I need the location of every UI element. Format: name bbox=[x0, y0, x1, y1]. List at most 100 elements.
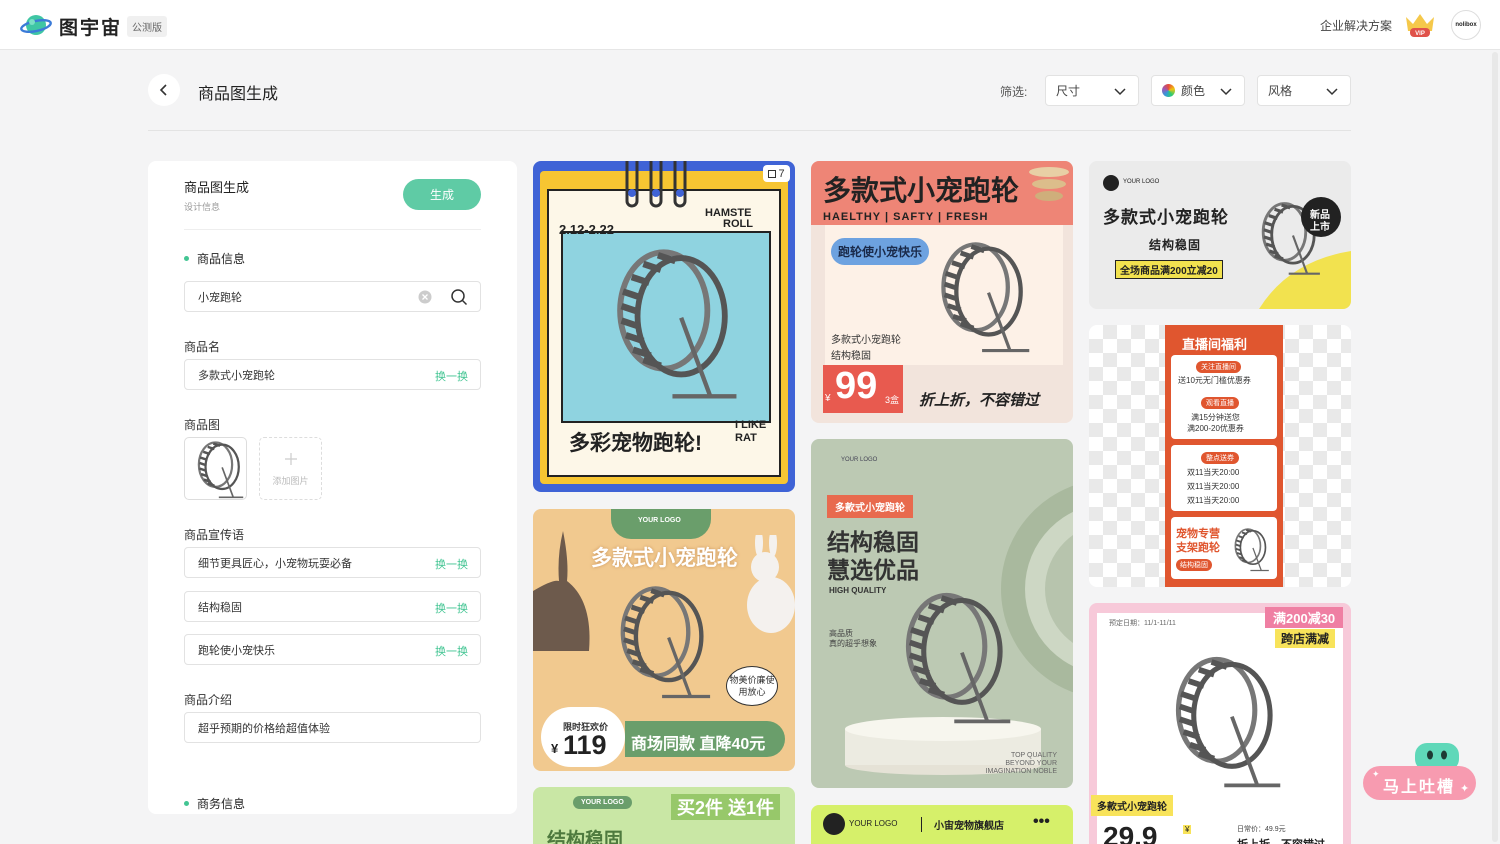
card3-logo: YOUR LOGO bbox=[573, 796, 632, 809]
generate-button[interactable]: 生成 bbox=[403, 179, 481, 210]
card9-date: 预定日期：11/1-11/11 bbox=[1109, 620, 1176, 627]
beta-badge: 公测版 bbox=[127, 16, 167, 37]
hamster-wheel-image bbox=[921, 239, 1041, 357]
card5-desc2: 真的超乎想象 bbox=[829, 639, 877, 648]
clear-icon[interactable] bbox=[418, 290, 432, 304]
card5-sub: HIGH QUALITY bbox=[829, 586, 887, 595]
card8-b1: 关注直播间 bbox=[1196, 361, 1241, 373]
template-card-5[interactable]: YOUR LOGO 多款式小宠跑轮 结构稳固 慧选优品 HIGH QUALITY… bbox=[811, 439, 1073, 788]
logo-text[interactable]: 图宇宙 bbox=[59, 13, 122, 40]
enterprise-solutions-link[interactable]: 企业解决方案 bbox=[1320, 17, 1392, 34]
card2-promo: 商场同款 直降40元 bbox=[631, 736, 766, 753]
card9-currency: ¥ bbox=[1183, 825, 1192, 834]
card6-store: 小宙宠物旗舰店 bbox=[921, 817, 1004, 832]
page-scrollbar[interactable] bbox=[1492, 52, 1498, 842]
card4-currency: ¥ bbox=[825, 393, 831, 404]
style-filter-select[interactable]: 风格 bbox=[1257, 75, 1351, 106]
card2-logo: YOUR LOGO bbox=[638, 517, 681, 524]
add-image-button[interactable]: 添加图片 bbox=[259, 437, 322, 500]
card3-promo: 买2件 送1件 bbox=[671, 794, 781, 820]
template-card-1[interactable]: 7 2.12-2.22 HAMSTE ROLL 多彩宠物跑轮! I LIKE R… bbox=[533, 161, 795, 492]
feedback-label: 马上吐槽 bbox=[1383, 779, 1456, 796]
color-wheel-icon bbox=[1162, 84, 1175, 97]
color-filter-select[interactable]: 颜色 bbox=[1151, 75, 1245, 106]
card9-daily: 日常价：49.9元 bbox=[1237, 826, 1286, 833]
card6-logo: YOUR LOGO bbox=[849, 819, 898, 828]
card4-promo: 折上折，不容错过 bbox=[919, 392, 1040, 409]
card6-logo-mark bbox=[823, 813, 845, 835]
template-count: 7 bbox=[778, 167, 785, 180]
vip-crown-icon[interactable]: VIP bbox=[1403, 11, 1437, 39]
product-name-input[interactable]: 多款式小宠跑轮 换一换 bbox=[184, 359, 481, 390]
card2-sticker: 物美价廉使用放心 bbox=[726, 666, 778, 706]
page-title: 商品图生成 bbox=[198, 86, 279, 103]
chevron-down-icon bbox=[1220, 88, 1232, 96]
template-card-8[interactable]: 直播间福利 关注直播间 送10元无门槛优惠券 观看直播 满15分钟送您 满200… bbox=[1089, 325, 1351, 587]
product-search-input[interactable]: 小宠跑轮 bbox=[184, 281, 481, 312]
vip-label: VIP bbox=[1415, 31, 1425, 37]
template-card-4[interactable]: 多款式小宠跑轮 HAELTHY | SAFTY | FRESH 跑轮使小宠快乐 … bbox=[811, 161, 1073, 423]
swap-slogan-3-button[interactable]: 换一换 bbox=[435, 643, 468, 659]
card8-b3: 整点送券 bbox=[1201, 452, 1239, 464]
intro-input[interactable]: 超乎预期的价格给超值体验 bbox=[184, 712, 481, 743]
template-card-6[interactable]: YOUR LOGO 小宙宠物旗舰店 ••• bbox=[811, 805, 1073, 844]
template-card-2[interactable]: YOUR LOGO 多款式小宠跑轮 物美价廉使用放心 限时狂欢价 ¥ 119 商… bbox=[533, 509, 795, 771]
card5-foot1: TOP QUALITY bbox=[1010, 752, 1057, 759]
hamster-wheel-image bbox=[591, 237, 751, 413]
card9-foot: 折上折，不容错过 bbox=[1237, 836, 1325, 844]
white-rabbit-illustration-icon bbox=[747, 535, 795, 633]
hamster-wheel-image bbox=[197, 441, 245, 499]
card3-headline: 结构稳固 bbox=[547, 830, 624, 844]
template-card-7[interactable]: YOUR LOGO 多款式小宠跑轮 结构稳固 全场商品满200立减20 新品 上… bbox=[1089, 161, 1351, 309]
avatar[interactable]: nolibox bbox=[1451, 10, 1481, 40]
card8-t3c: 双11当天20:00 bbox=[1187, 496, 1240, 505]
planet-logo-icon[interactable] bbox=[20, 12, 52, 38]
card8-t4b: 支架跑轮 bbox=[1176, 542, 1220, 554]
pages-icon bbox=[768, 169, 777, 178]
plus-icon bbox=[285, 453, 297, 465]
slogan-value-1: 细节更具匠心，小宠物玩耍必备 bbox=[198, 557, 352, 570]
panel-title: 商品图生成 bbox=[184, 180, 250, 195]
swap-slogan-2-button[interactable]: 换一换 bbox=[435, 600, 468, 616]
slogan-input-2[interactable]: 结构稳固 换一换 bbox=[184, 591, 481, 622]
card7-logo-mark bbox=[1103, 175, 1119, 191]
panel-divider bbox=[184, 229, 481, 230]
sparkle-icon: ✦ bbox=[1460, 783, 1470, 795]
swap-name-button[interactable]: 换一换 bbox=[435, 368, 468, 384]
hamster-wheel-image bbox=[1153, 633, 1293, 813]
add-image-label: 添加图片 bbox=[272, 476, 309, 486]
template-card-3[interactable]: YOUR LOGO 买2件 送1件 结构稳固 bbox=[533, 787, 795, 844]
slogan-input-1[interactable]: 细节更具匠心，小宠物玩耍必备 换一换 bbox=[184, 547, 481, 578]
card8-t2b: 满200-20优惠券 bbox=[1187, 424, 1244, 433]
slogan-input-3[interactable]: 跑轮使小宠快乐 换一换 bbox=[184, 634, 481, 665]
intro-value: 超乎预期的价格给超值体验 bbox=[198, 722, 330, 735]
template-card-9[interactable]: 预定日期：11/1-11/11 满200减30 跨店满减 多款式小宠跑轮 29.… bbox=[1089, 603, 1351, 844]
stacked-bowls-icon bbox=[1029, 167, 1069, 201]
card7-badge2: 上市 bbox=[1310, 222, 1330, 233]
card7-promo: 全场商品满200立减20 bbox=[1115, 260, 1223, 279]
size-filter-select[interactable]: 尺寸 bbox=[1045, 75, 1139, 106]
card4-desc1: 多款式小宠跑轮 bbox=[831, 335, 901, 346]
size-filter-label: 尺寸 bbox=[1056, 84, 1081, 98]
feedback-button[interactable]: 马上吐槽 ✦ ✦ bbox=[1363, 741, 1476, 801]
back-button[interactable] bbox=[148, 74, 180, 106]
card5-foot3: IMAGINATION NOBLE bbox=[985, 768, 1057, 775]
card5-foot2: BEYOND YOUR bbox=[1005, 760, 1057, 767]
card8-t1: 送10元无门槛优惠券 bbox=[1178, 376, 1251, 385]
business-info-heading: 商务信息 bbox=[184, 795, 245, 812]
card5-tag: 多款式小宠跑轮 bbox=[827, 495, 913, 518]
card4-sub: HAELTHY | SAFTY | FRESH bbox=[823, 211, 989, 223]
card1-side-text: I LIKE RAT bbox=[735, 419, 767, 444]
sparkle-icon: ✦ bbox=[1372, 769, 1380, 779]
card7-logo: YOUR LOGO bbox=[1123, 179, 1160, 185]
swap-slogan-1-button[interactable]: 换一换 bbox=[435, 556, 468, 572]
style-filter-label: 风格 bbox=[1268, 84, 1293, 98]
header-divider bbox=[148, 130, 1351, 131]
card9-promo1: 满200减30 bbox=[1265, 607, 1344, 628]
product-image-thumbnail[interactable] bbox=[184, 437, 247, 500]
search-icon[interactable] bbox=[450, 288, 468, 306]
card8-b2: 观看直播 bbox=[1201, 397, 1239, 409]
slogan-value-3: 跑轮使小宠快乐 bbox=[198, 644, 275, 657]
card2-price: 119 bbox=[563, 730, 607, 760]
design-info-panel: 商品图生成 设计信息 生成 商品信息 小宠跑轮 商品名 多款式小宠跑轮 换一换 … bbox=[148, 161, 517, 814]
